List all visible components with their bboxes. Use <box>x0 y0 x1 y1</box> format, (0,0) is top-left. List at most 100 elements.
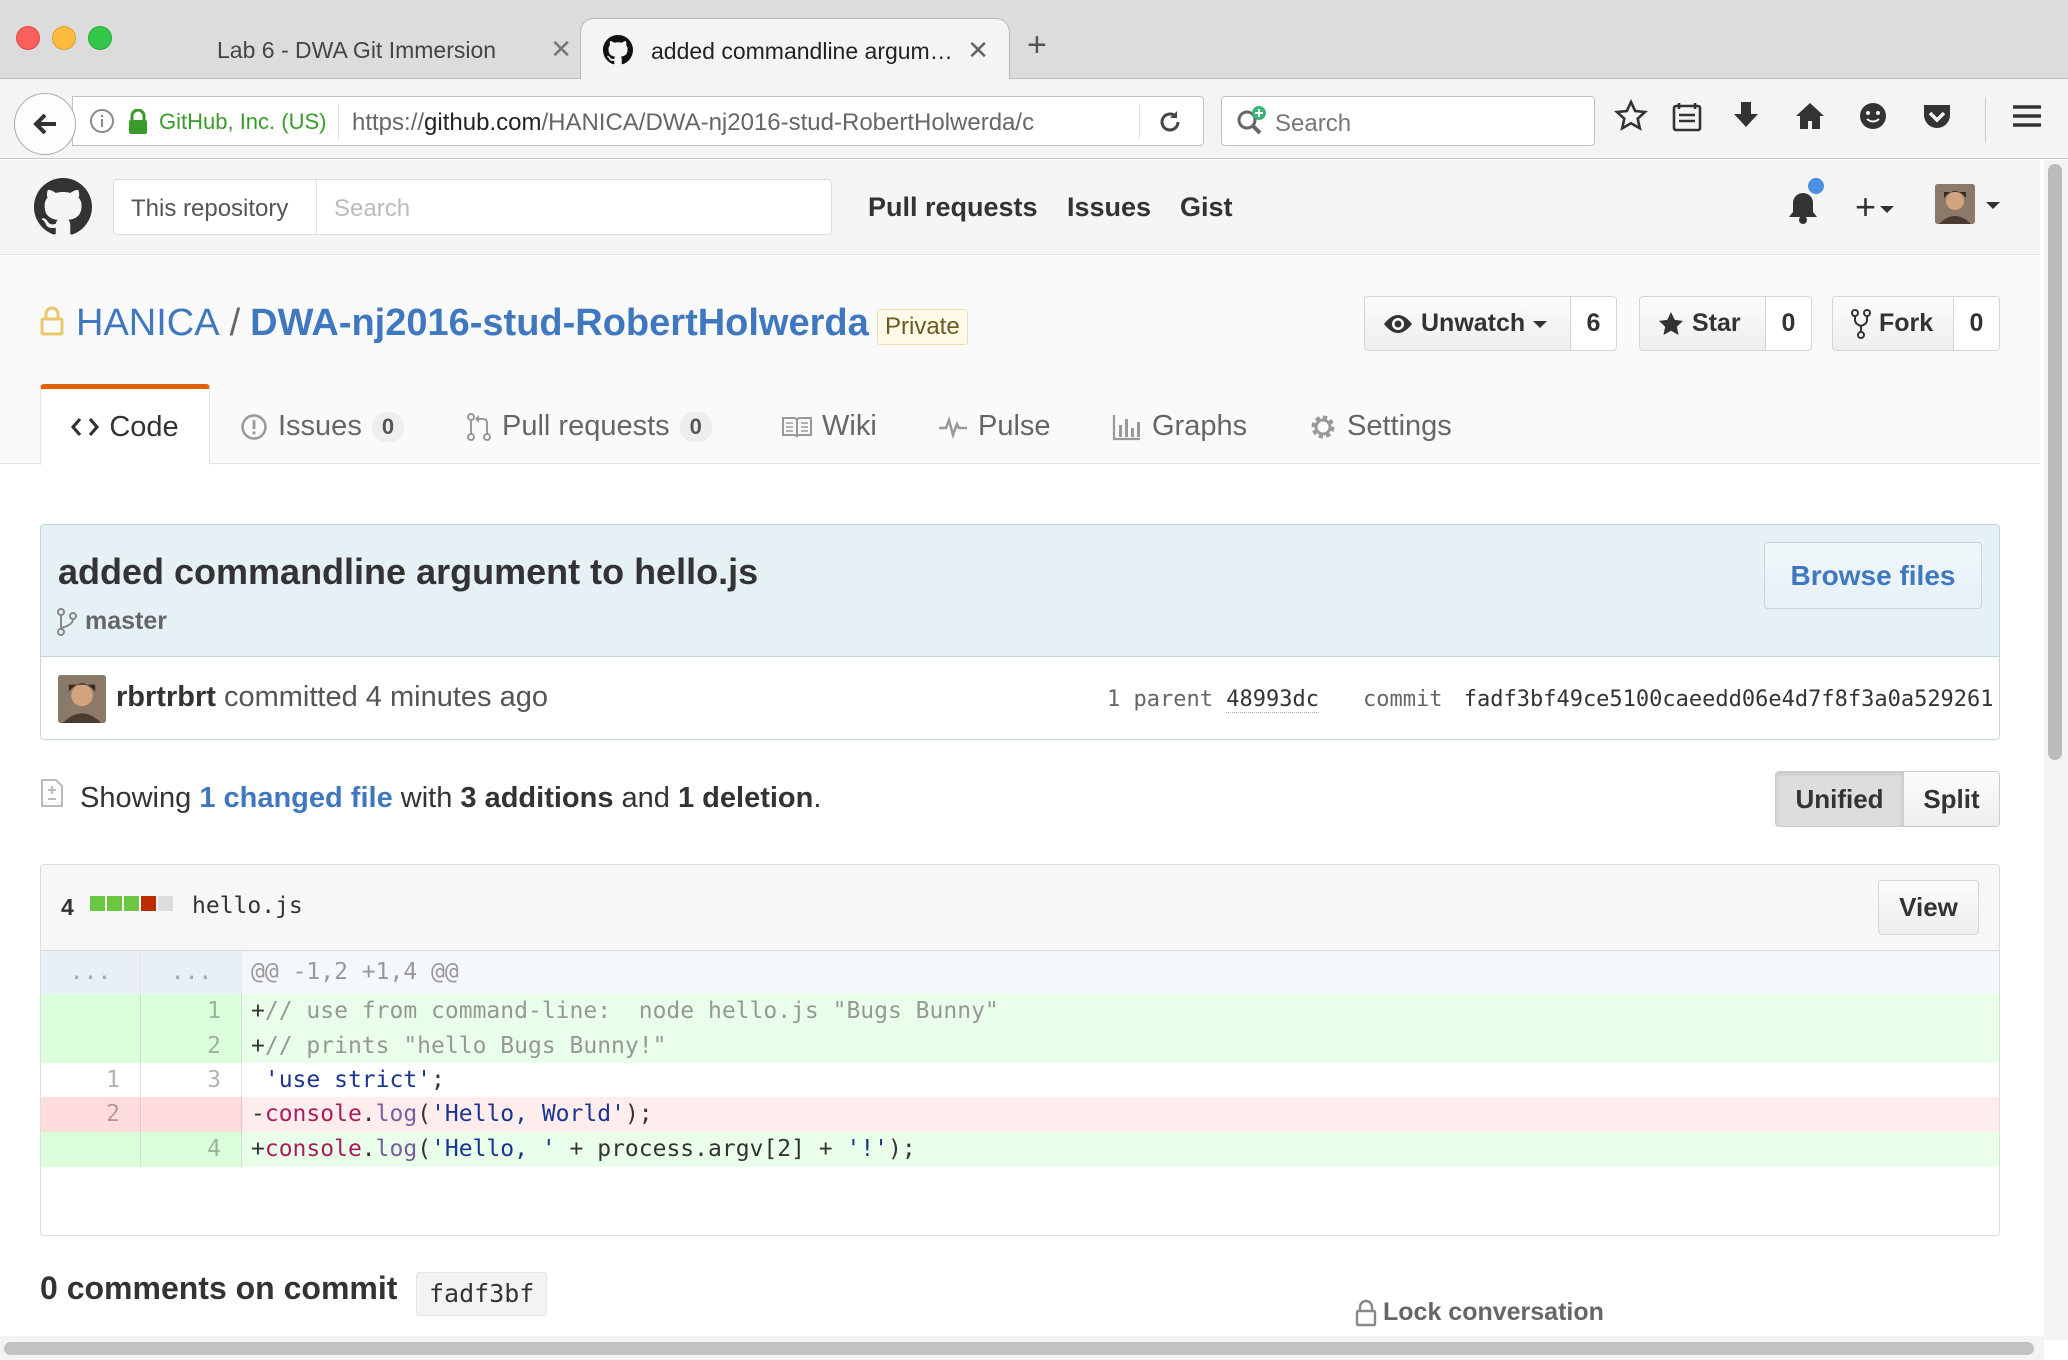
issues-count: 0 <box>371 411 405 442</box>
star-icon <box>1659 311 1683 335</box>
create-new-menu[interactable]: + <box>1855 186 1895 228</box>
diff-line: 1 +// use from command-line: node hello.… <box>41 994 1999 1029</box>
author-link[interactable]: rbrtrbrt <box>116 681 216 713</box>
branch-label[interactable]: master <box>57 607 167 636</box>
unwatch-button[interactable]: Unwatch <box>1365 297 1571 350</box>
new-tab-icon[interactable]: + <box>1027 26 1047 65</box>
tab-graphs[interactable]: Graphs <box>1112 388 1247 465</box>
nav-gist[interactable]: Gist <box>1180 192 1233 223</box>
tab-wiki[interactable]: Wiki <box>782 388 877 465</box>
back-arrow-icon <box>33 113 56 135</box>
file-diff-icon <box>40 778 64 813</box>
repo-owner-link[interactable]: HANICA <box>76 302 220 344</box>
info-icon[interactable] <box>89 108 115 139</box>
diff-line-code: 'use strict'; <box>264 1067 445 1093</box>
browse-files-button[interactable]: Browse files <box>1764 542 1982 609</box>
horizontal-scroll-thumb[interactable] <box>4 1342 2034 1355</box>
diffstat-blocks <box>90 896 173 911</box>
diff-line: 2 -console.log('Hello, World'); <box>41 1097 1999 1132</box>
star-count[interactable]: 0 <box>1766 297 1811 350</box>
nav-issues[interactable]: Issues <box>1067 192 1151 223</box>
close-tab-icon[interactable]: ✕ <box>967 35 989 66</box>
pulse-icon <box>939 415 967 439</box>
expand-icon[interactable]: ... <box>41 951 141 994</box>
close-window-button[interactable] <box>16 26 40 50</box>
unified-view-button[interactable]: Unified <box>1776 772 1904 826</box>
book-icon <box>782 416 812 437</box>
repo-name-link[interactable]: DWA-nj2016-stud-RobertHolwerda <box>250 302 869 344</box>
commit-sha: commit fadf3bf49ce5100caeedd06e4d7f8f3a0… <box>1363 687 1994 712</box>
reload-icon[interactable] <box>1156 108 1184 141</box>
comments-commit-sha: fadf3bf <box>416 1272 548 1316</box>
private-lock-icon <box>40 306 64 341</box>
url-text[interactable]: https://github.com/HANICA/DWA-nj2016-stu… <box>352 109 1167 137</box>
browser-tab-commit[interactable]: added commandline argum… ✕ <box>580 18 1010 80</box>
hello-chat-icon[interactable] <box>1857 99 1889 138</box>
repo-header: HANICA / DWA-nj2016-stud-RobertHolwerda Pr… <box>0 256 2040 465</box>
commit-summary: added commandline argument to hello.js m… <box>40 524 2000 740</box>
download-icon[interactable] <box>1730 99 1762 138</box>
fork-button[interactable]: Fork <box>1833 297 1954 350</box>
tab-pulse[interactable]: Pulse <box>938 388 1051 465</box>
vertical-scroll-thumb[interactable] <box>2048 164 2062 760</box>
watch-button-group: Unwatch 6 <box>1364 296 1617 351</box>
browser-tab-lab6[interactable]: Lab 6 - DWA Git Immersion ✕ <box>180 20 580 78</box>
github-logo-icon[interactable] <box>34 178 92 241</box>
zoom-window-button[interactable] <box>88 26 112 50</box>
hamburger-menu-icon[interactable] <box>2010 99 2044 138</box>
graph-icon <box>1112 414 1140 440</box>
file-name[interactable]: hello.js <box>192 893 303 919</box>
expand-icon[interactable]: ... <box>142 951 242 994</box>
diff-line: 4 +console.log('Hello, ' + process.argv[… <box>41 1132 1999 1167</box>
minimize-window-button[interactable] <box>52 26 76 50</box>
home-icon[interactable] <box>1793 99 1827 138</box>
pull-request-icon <box>467 412 491 441</box>
tab-code[interactable]: Code <box>40 384 210 465</box>
parent-sha-link[interactable]: 48993dc <box>1226 687 1319 713</box>
pocket-icon[interactable] <box>1920 99 1954 138</box>
diff-line: 2 +// prints "hello Bugs Bunny!" <box>41 1029 1999 1063</box>
avatar[interactable] <box>58 675 106 723</box>
repo-search-input[interactable]: This repository Search <box>113 179 832 235</box>
avatar[interactable] <box>1935 184 1975 224</box>
tab-issues[interactable]: Issues 0 <box>240 388 405 465</box>
fork-button-group: Fork 0 <box>1832 296 2000 351</box>
close-tab-icon[interactable]: ✕ <box>550 34 572 65</box>
diff-line-code: +console.log('Hello, ' + process.argv[2]… <box>251 1136 916 1162</box>
unread-notification-dot <box>1808 178 1824 194</box>
view-file-button[interactable]: View <box>1878 880 1979 935</box>
file-header: 4 hello.js View <box>41 865 1999 951</box>
nav-pull-requests[interactable]: Pull requests <box>868 192 1038 223</box>
diffstat-count: 4 <box>61 894 74 920</box>
changed-files-link[interactable]: 1 changed file <box>199 782 392 814</box>
github-header: This repository Search Pull requests Iss… <box>0 160 2040 255</box>
tab-pull-requests[interactable]: Pull requests 0 <box>466 388 712 465</box>
browser-search-input[interactable]: Search <box>1221 96 1595 146</box>
diff-summary: Showing 1 changed file with 3 additions … <box>80 782 822 814</box>
site-identity: GitHub, Inc. (US) <box>159 109 327 134</box>
diff-line-code: +// prints "hello Bugs Bunny!" <box>251 1033 667 1059</box>
back-button[interactable] <box>14 93 76 155</box>
reading-list-icon[interactable] <box>1671 99 1703 138</box>
browser-navbar: GitHub, Inc. (US) https://github.com/HAN… <box>0 79 2068 159</box>
star-button[interactable]: Star <box>1640 297 1766 350</box>
gear-icon <box>1311 415 1335 438</box>
comments-heading: 0 comments on commit <box>40 1270 398 1306</box>
split-view-button[interactable]: Split <box>1904 772 1999 826</box>
pull-requests-count: 0 <box>679 411 712 442</box>
diff-line-code: +// use from command-line: node hello.js… <box>251 998 999 1024</box>
watch-count[interactable]: 6 <box>1571 297 1616 350</box>
diff-line-code: -console.log('Hello, World'); <box>251 1101 653 1127</box>
bookmark-star-icon[interactable] <box>1613 98 1649 138</box>
lock-conversation-button[interactable]: Lock conversation <box>1355 1298 1604 1327</box>
commit-title: added commandline argument to hello.js <box>58 551 759 592</box>
chevron-down-icon <box>1986 202 2000 209</box>
file-diff: 4 hello.js View ... ... @@ -1,2 +1,4 @@ … <box>40 864 2000 1236</box>
url-bar[interactable]: GitHub, Inc. (US) https://github.com/HAN… <box>72 96 1204 146</box>
commit-author-line: rbrtrbrt committed 4 minutes ago <box>116 681 548 713</box>
eye-icon <box>1384 314 1412 333</box>
notifications-bell-icon[interactable] <box>1786 189 1820 230</box>
fork-count[interactable]: 0 <box>1954 297 1999 350</box>
lock-icon <box>1355 1299 1377 1326</box>
tab-settings[interactable]: Settings <box>1309 388 1452 465</box>
